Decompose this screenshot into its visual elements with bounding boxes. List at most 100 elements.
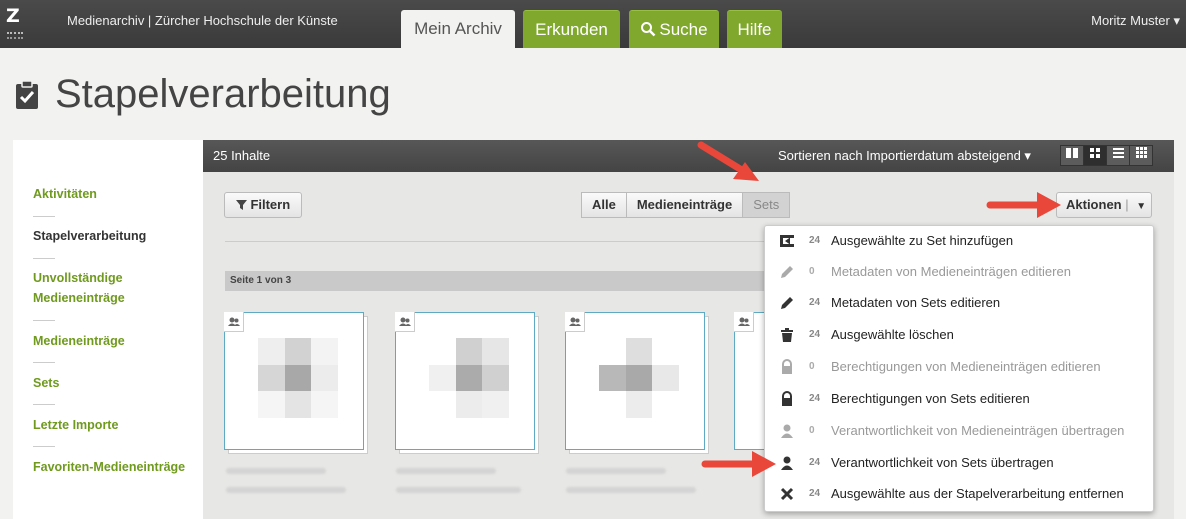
- sidebar-item-aktivitaeten[interactable]: Aktivitäten: [33, 184, 193, 204]
- app-logo[interactable]: Z: [6, 6, 24, 42]
- sidebar: Aktivitäten Stapelverarbeitung Unvollstä…: [13, 140, 203, 519]
- annotation-arrow-icon: [697, 141, 759, 181]
- pencil-icon: [781, 297, 793, 309]
- sidebar-item-medieneintraege[interactable]: Medieneinträge: [33, 331, 193, 351]
- filter-label: Filtern: [250, 197, 291, 212]
- actions-label: Aktionen: [1066, 197, 1122, 212]
- menu-item-edit-set-permissions[interactable]: 24 Berechtigungen von Sets editieren: [765, 384, 1153, 414]
- view-columns-button[interactable]: [1060, 145, 1084, 166]
- filter-button[interactable]: Filtern: [224, 192, 302, 218]
- tab-erkunden[interactable]: Erkunden: [523, 10, 620, 48]
- blurred-thumbnail: [258, 338, 338, 418]
- sidebar-item-unvollstaendige[interactable]: Unvollständige Medieneinträge: [33, 268, 193, 308]
- pagination-label: Seite 1 von 3: [225, 271, 785, 291]
- clipboard-check-icon: [16, 80, 38, 109]
- menu-item-count: 24: [809, 329, 821, 340]
- blurred-caption: [396, 468, 496, 474]
- top-navigation-bar: Z Medienarchiv | Zürcher Hochschule der …: [0, 0, 1186, 48]
- set-card[interactable]: [395, 312, 539, 454]
- grid-icon: [1090, 148, 1100, 158]
- blurred-caption: [226, 487, 346, 493]
- page-title: Stapelverarbeitung: [55, 72, 391, 116]
- tab-suche-label: Suche: [659, 20, 708, 39]
- menu-item-label: Ausgewählte zu Set hinzufügen: [831, 233, 1014, 248]
- sidebar-item-sets[interactable]: Sets: [33, 373, 193, 393]
- menu-item-edit-set-metadata[interactable]: 24 Metadaten von Sets editieren: [765, 288, 1153, 318]
- menu-item-transfer-media-responsibility[interactable]: 0 Verantwortlichkeit von Medieneinträgen…: [765, 416, 1153, 446]
- menu-item-label: Metadaten von Sets editieren: [831, 295, 1001, 310]
- menu-item-count: 24: [809, 235, 821, 246]
- menu-item-edit-media-permissions[interactable]: 0 Berechtigungen von Medieneinträgen edi…: [765, 352, 1153, 382]
- menu-item-count: 24: [809, 297, 821, 308]
- sort-dropdown[interactable]: Sortieren nach Importierdatum absteigend…: [778, 148, 1031, 164]
- annotation-arrow-icon: [986, 192, 1061, 218]
- item-count: 25 Inhalte: [213, 148, 271, 163]
- group-icon: [734, 312, 754, 332]
- segment-alle[interactable]: Alle: [581, 192, 627, 218]
- menu-item-label: Berechtigungen von Sets editieren: [831, 391, 1030, 406]
- sidebar-item-stapelverarbeitung[interactable]: Stapelverarbeitung: [33, 226, 193, 246]
- actions-divider: |: [1125, 197, 1129, 212]
- user-menu[interactable]: Moritz Muster ▾: [1091, 13, 1180, 29]
- menu-item-delete-selected[interactable]: 24 Ausgewählte löschen: [765, 320, 1153, 350]
- menu-item-count: 24: [809, 457, 821, 468]
- app-title[interactable]: Medienarchiv | Zürcher Hochschule der Kü…: [67, 13, 338, 28]
- set-card[interactable]: [565, 312, 709, 454]
- segment-medieneintraege[interactable]: Medieneinträge: [625, 192, 744, 218]
- view-tiles-button[interactable]: [1129, 145, 1153, 166]
- content-toolbar: 25 Inhalte Sortieren nach Importierdatum…: [203, 140, 1174, 172]
- trash-icon: [781, 328, 793, 342]
- group-icon: [395, 312, 415, 332]
- sidebar-divider: [33, 446, 55, 447]
- sidebar-divider: [33, 362, 55, 363]
- lock-icon: [782, 391, 792, 406]
- list-icon: [1112, 148, 1124, 158]
- set-card[interactable]: [224, 312, 368, 454]
- user-icon: [781, 456, 793, 470]
- blurred-caption: [396, 487, 521, 493]
- add-to-set-icon: [780, 235, 794, 247]
- sidebar-divider: [33, 404, 55, 405]
- menu-item-label: Verantwortlichkeit von Medieneinträgen ü…: [831, 423, 1125, 438]
- view-grid-button[interactable]: [1083, 145, 1107, 166]
- menu-item-label: Verantwortlichkeit von Sets übertragen: [831, 455, 1054, 470]
- menu-item-count: 24: [809, 488, 821, 499]
- sidebar-item-favoriten[interactable]: Favoriten-Medieneinträge: [33, 457, 193, 477]
- menu-item-edit-media-metadata[interactable]: 0 Metadaten von Medieneinträgen editiere…: [765, 257, 1153, 287]
- tab-hilfe[interactable]: Hilfe: [727, 10, 782, 48]
- filter-icon: [235, 200, 247, 210]
- menu-item-remove-from-batch[interactable]: 24 Ausgewählte aus der Stapelverarbeitun…: [765, 479, 1153, 509]
- sidebar-item-letzte-importe[interactable]: Letzte Importe: [33, 415, 193, 435]
- view-list-button[interactable]: [1106, 145, 1130, 166]
- type-filter-segmented: Alle Medieneinträge Sets: [581, 192, 791, 218]
- menu-item-count: 0: [809, 425, 815, 436]
- columns-icon: [1066, 148, 1078, 158]
- menu-item-count: 24: [809, 393, 821, 404]
- group-icon: [565, 312, 585, 332]
- sidebar-divider: [33, 320, 55, 321]
- menu-item-count: 0: [809, 361, 815, 372]
- close-icon: [780, 487, 794, 501]
- actions-button[interactable]: Aktionen | ▼: [1056, 192, 1152, 218]
- segment-sets[interactable]: Sets: [742, 192, 791, 218]
- menu-item-label: Ausgewählte aus der Stapelverarbeitung e…: [831, 486, 1124, 501]
- menu-item-label: Metadaten von Medieneinträgen editieren: [831, 264, 1071, 279]
- menu-item-add-to-set[interactable]: 24 Ausgewählte zu Set hinzufügen: [765, 226, 1153, 256]
- set-card[interactable]: [734, 312, 764, 450]
- group-icon: [224, 312, 244, 332]
- blurred-caption: [226, 468, 326, 474]
- blurred-thumbnail: [429, 338, 509, 418]
- annotation-arrow-icon: [701, 451, 776, 477]
- menu-item-label: Ausgewählte löschen: [831, 327, 954, 342]
- menu-item-transfer-set-responsibility[interactable]: 24 Verantwortlichkeit von Sets übertrage…: [765, 448, 1153, 478]
- view-switcher: [1060, 145, 1153, 166]
- sidebar-divider: [33, 216, 55, 217]
- menu-item-label: Berechtigungen von Medieneinträgen editi…: [831, 359, 1101, 374]
- blurred-thumbnail: [599, 338, 679, 418]
- tab-mein-archiv[interactable]: Mein Archiv: [401, 10, 515, 48]
- lock-icon: [782, 359, 792, 374]
- caret-down-icon: ▼: [1136, 201, 1147, 212]
- user-icon: [781, 424, 793, 438]
- tab-suche[interactable]: Suche: [629, 10, 719, 48]
- actions-dropdown-menu: 24 Ausgewählte zu Set hinzufügen 0 Metad…: [764, 225, 1154, 512]
